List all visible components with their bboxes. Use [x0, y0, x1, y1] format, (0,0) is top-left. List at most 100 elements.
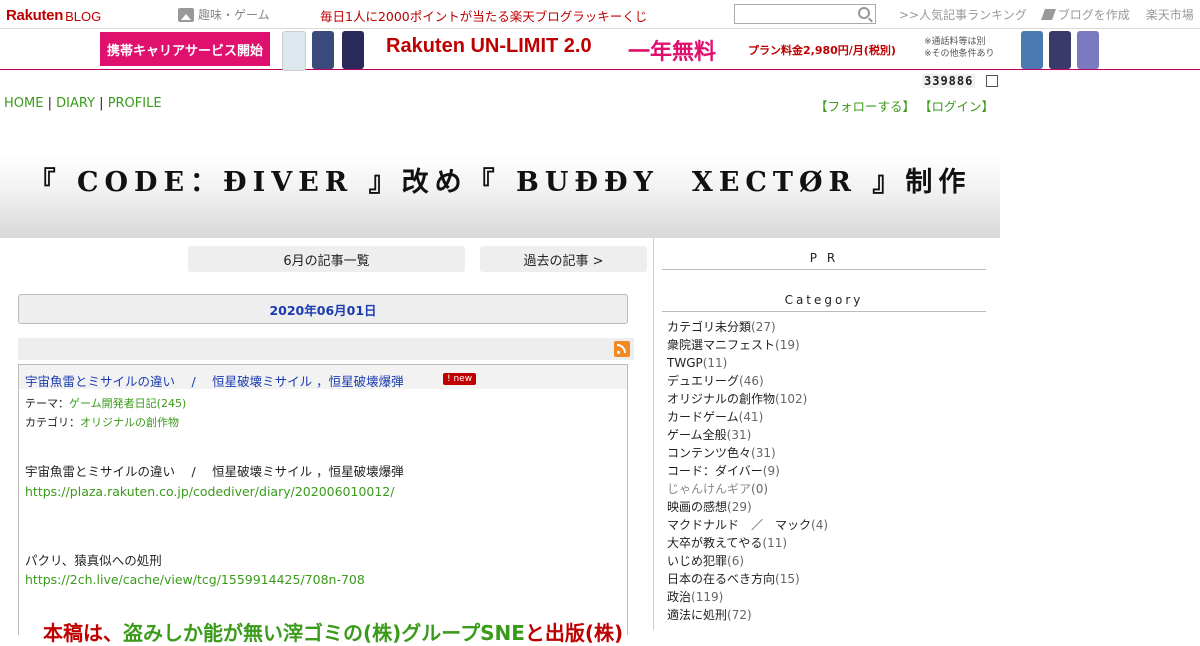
- article-title-bar: 宇宙魚雷とミサイルの違い / 恒星破壊ミサイル ，恒星破壊爆弾 ! new: [19, 365, 627, 389]
- logo-brand: Rakuten: [6, 7, 64, 24]
- body-text: 宇宙魚雷とミサイルの違い / 恒星破壊ミサイル ，恒星破壊爆弾: [25, 464, 404, 479]
- nav-home[interactable]: HOME: [4, 96, 43, 111]
- category-item[interactable]: カテゴリ未分類(27): [667, 318, 828, 336]
- banner-unlimit: Rakuten UN-LIMIT 2.0: [386, 35, 592, 57]
- category-item[interactable]: コンテンツ色々(31): [667, 444, 828, 462]
- emphasis-red: 本稿は、: [43, 621, 123, 645]
- category-count: (72): [727, 608, 752, 622]
- category-item[interactable]: じゃんけんギア(0): [667, 480, 828, 498]
- category-count: (15): [775, 572, 800, 586]
- create-blog-link[interactable]: ブログを作成: [1040, 6, 1130, 23]
- follow-link[interactable]: 【フォローする】: [815, 99, 915, 114]
- category-item[interactable]: マクドナルド ／ マック(4): [667, 516, 828, 534]
- counter-icon: [986, 75, 998, 87]
- month-list-button[interactable]: 6月の記事一覧: [188, 246, 465, 272]
- blog-title[interactable]: 『 CODE：ĐIVER 』改め『 BUĐĐY XECTØR 』制作: [0, 160, 1000, 199]
- phone-image: [1021, 31, 1043, 69]
- article-title[interactable]: 宇宙魚雷とミサイルの違い / 恒星破壊ミサイル ，恒星破壊爆弾: [25, 371, 404, 390]
- category-name: カードゲーム: [667, 410, 739, 424]
- article-category: カテゴリ：オリジナルの創作物: [25, 414, 179, 430]
- category-name: いじめ犯罪: [667, 554, 728, 568]
- category-name: 大卒が教えてやる: [667, 536, 763, 550]
- blog-nav: HOME | DIARY | PROFILE: [4, 96, 162, 111]
- article-theme: テーマ：ゲーム開発者日記(245): [25, 395, 186, 411]
- new-badge: ! new: [443, 373, 477, 385]
- banner-notes: ※通話料等は別 ※その他条件あり: [924, 36, 995, 60]
- access-counter: 339886: [922, 74, 976, 88]
- category-count: (9): [762, 464, 780, 478]
- ranking-link[interactable]: >>人気記事ランキング: [899, 6, 1027, 23]
- category-count: (27): [751, 320, 776, 334]
- banner-career-label: 携帯キャリアサービス開始: [100, 32, 270, 66]
- category-name: じゃんけんギア: [667, 482, 752, 496]
- category-item[interactable]: 日本の在るべき方向(15): [667, 570, 828, 588]
- rakuten-market-link[interactable]: 楽天市場: [1146, 6, 1194, 23]
- rss-icon[interactable]: [614, 341, 630, 357]
- category-item[interactable]: ゲーム全般(31): [667, 426, 828, 444]
- blog-header: 『 CODE：ĐIVER 』改め『 BUĐĐY XECTØR 』制作: [0, 118, 1000, 238]
- category-count: (41): [738, 410, 764, 424]
- follow-login: 【フォローする】 【ログイン】: [815, 96, 994, 115]
- past-articles-button[interactable]: 過去の記事 >: [480, 246, 647, 272]
- category-item[interactable]: コード：ダイバー(9): [667, 462, 828, 480]
- category-name: TWGP: [667, 356, 703, 370]
- body-link[interactable]: https://plaza.rakuten.co.jp/codediver/di…: [25, 484, 394, 499]
- category-item[interactable]: 映画の感想(29): [667, 498, 828, 516]
- phone-image: [342, 31, 364, 69]
- nav-diary[interactable]: DIARY: [56, 96, 95, 111]
- phone-image: [1077, 31, 1099, 69]
- nav-separator: |: [47, 96, 52, 111]
- category-count: (31): [726, 428, 752, 442]
- category-item[interactable]: 適法に処刑(72): [667, 606, 828, 624]
- logo-blog: BLOG: [65, 9, 102, 24]
- search-input[interactable]: [734, 4, 876, 24]
- category-count: (46): [739, 374, 764, 388]
- create-blog-label: ブログを作成: [1057, 8, 1130, 22]
- category-item[interactable]: オリジナルの創作物(102): [667, 390, 828, 408]
- phone-image: [1049, 31, 1071, 69]
- category-link[interactable]: オリジナルの創作物: [80, 416, 179, 429]
- category-name: ゲーム全般: [667, 428, 727, 442]
- emphasis-red: と出版(株): [524, 621, 624, 645]
- sidebar-pr-heading: P R: [662, 251, 986, 270]
- search-icon[interactable]: [858, 7, 870, 19]
- date-header: 2020年06月01日: [18, 294, 628, 324]
- login-link[interactable]: 【ログイン】: [919, 99, 994, 114]
- sidebar-category-heading: Category: [662, 293, 986, 312]
- category-item[interactable]: 衆院選マニフェスト(19): [667, 336, 828, 354]
- nav-profile[interactable]: PROFILE: [108, 96, 162, 111]
- rakuten-blog-logo[interactable]: Rakuten BLOG: [6, 4, 101, 24]
- emphasis-green: 盗みしか能が無い滓ゴミの(株)グループSNE: [123, 621, 525, 645]
- nav-separator: |: [99, 96, 104, 111]
- category-name: オリジナルの創作物: [667, 392, 776, 406]
- category-list: カテゴリ未分類(27) 衆院選マニフェスト(19) TWGP(11) デュエリーグ(4…: [667, 318, 828, 624]
- theme-link[interactable]: ゲーム開発者日記(245): [69, 397, 186, 410]
- category-count: (11): [702, 356, 728, 370]
- genre-link[interactable]: 趣味・ゲーム: [178, 6, 270, 23]
- category-item[interactable]: 大卒が教えてやる(11): [667, 534, 828, 552]
- category-item[interactable]: いじめ犯罪(6): [667, 552, 828, 570]
- body-text: パクリ、猿真似への処刑: [25, 553, 162, 568]
- top-links: >>人気記事ランキング ブログを作成 楽天市場: [899, 6, 1194, 23]
- category-name: 衆院選マニフェスト: [667, 338, 776, 352]
- category-item[interactable]: カードゲーム(41): [667, 408, 828, 426]
- category-item[interactable]: TWGP(11): [667, 354, 828, 372]
- category-name: 日本の在るべき方向: [667, 572, 776, 586]
- lucky-lottery-link[interactable]: 毎日1人に2000ポイントが当たる楽天ブログラッキーくじ: [320, 6, 647, 25]
- body-emphasis: 本稿は、盗みしか能が無い滓ゴミの(株)グループSNEと出版(株): [43, 617, 623, 646]
- body-link[interactable]: https://2ch.live/cache/view/tcg/15599144…: [25, 572, 365, 587]
- category-name: マクドナルド ／ マック: [667, 518, 812, 532]
- category-count: (19): [775, 338, 800, 352]
- category-name: コード：ダイバー: [667, 464, 763, 478]
- category-count: (0): [751, 482, 769, 496]
- banner-price: プラン料金2,980円/月(税別): [748, 44, 896, 57]
- category-count: (29): [727, 500, 752, 514]
- category-item[interactable]: 政治(119): [667, 588, 828, 606]
- banner-free: 一年無料: [628, 40, 717, 65]
- category-name: 適法に処刑: [667, 608, 728, 622]
- category-item[interactable]: デュエリーグ(46): [667, 372, 828, 390]
- column-divider: [653, 238, 654, 630]
- top-bar: Rakuten BLOG 趣味・ゲーム 毎日1人に2000ポイントが当たる楽天ブ…: [0, 0, 1200, 29]
- category-label: カテゴリ：: [25, 416, 80, 429]
- ad-banner[interactable]: 携帯キャリアサービス開始 Rakuten UN-LIMIT 2.0 一年無料 プ…: [0, 29, 1200, 71]
